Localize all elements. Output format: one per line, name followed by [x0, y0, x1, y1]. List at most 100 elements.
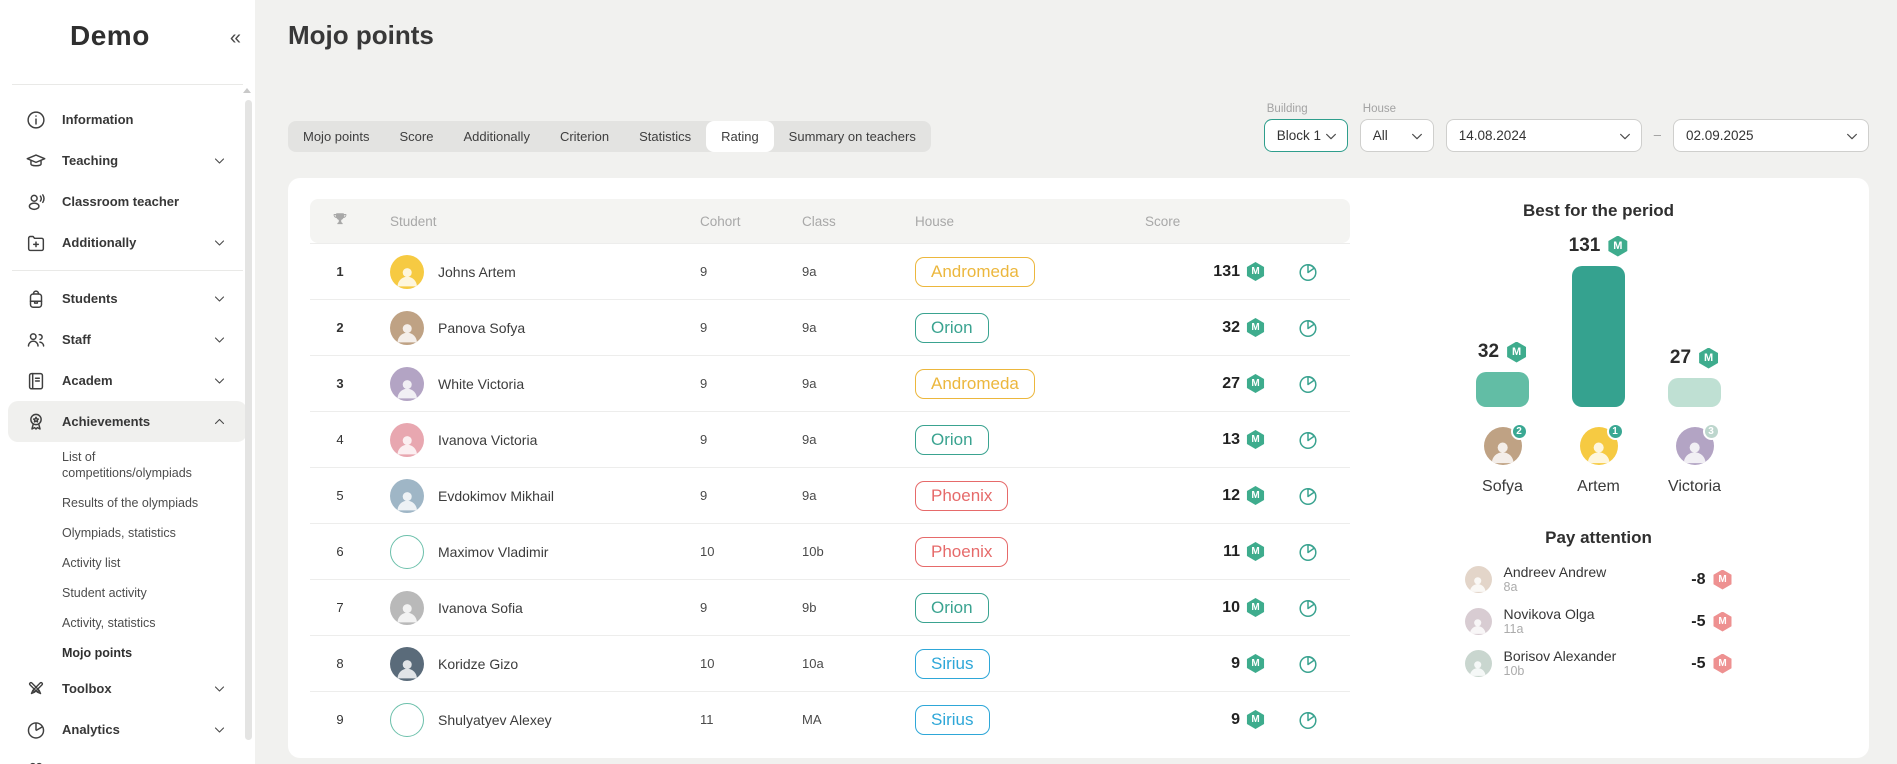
avatar [390, 647, 424, 681]
date-to-select[interactable]: 02.09.2025 [1673, 119, 1869, 152]
rank: 5 [310, 488, 370, 503]
attention-value: -5 [1691, 613, 1705, 631]
pie-chart-icon[interactable] [1297, 485, 1319, 507]
bar-name: Artem [1577, 478, 1620, 496]
house-select[interactable]: All [1360, 119, 1434, 152]
pie-chart-icon[interactable] [1297, 541, 1319, 563]
rank: 2 [310, 320, 370, 335]
sidebar-item-label: Achievements [62, 414, 150, 429]
sidebar-item-label: Toolbox [62, 681, 112, 696]
tab-rating[interactable]: Rating [706, 121, 774, 152]
pie-chart-icon[interactable] [1297, 373, 1319, 395]
people-icon [25, 760, 47, 764]
table-row[interactable]: 7 Ivanova Sofia 9 9b Orion 10M [310, 579, 1350, 635]
sidebar-item-classroom-teacher[interactable]: Classroom teacher [8, 181, 247, 222]
sidebar-item-teaching[interactable]: Teaching [8, 140, 247, 181]
table-row[interactable]: 9 Shulyatyev Alexey 11 MA Sirius 9M [310, 691, 1350, 747]
tab-score[interactable]: Score [384, 121, 448, 152]
sidebar-subitem-student-activity[interactable]: Student activity [0, 578, 255, 608]
scroll-up-arrow[interactable] [243, 88, 251, 93]
sidebar-item-analytics[interactable]: Analytics [8, 709, 247, 750]
tab-additionally[interactable]: Additionally [448, 121, 545, 152]
bar [1668, 378, 1721, 407]
folder-plus-icon [25, 232, 47, 254]
table-row[interactable]: 1 Johns Artem 9 9a Andromeda 131M [310, 243, 1350, 299]
house-badge: Phoenix [915, 481, 1008, 511]
building-select[interactable]: Block 1 [1264, 119, 1348, 152]
sidebar-item-partial[interactable] [8, 750, 247, 764]
student-name: Maximov Vladimir [438, 544, 548, 560]
sidebar-collapse-button[interactable]: « [230, 28, 241, 48]
rank: 9 [310, 712, 370, 727]
rank: 3 [310, 376, 370, 391]
tab-summary-on-teachers[interactable]: Summary on teachers [774, 121, 931, 152]
pie-icon [25, 719, 47, 741]
table-row[interactable]: 3 White Victoria 9 9a Andromeda 27M [310, 355, 1350, 411]
sidebar-item-academ[interactable]: Academ [8, 360, 247, 401]
attention-value: -5 [1691, 655, 1705, 673]
sidebar-subitem-results-of-olympiads[interactable]: Results of the olympiads [0, 488, 255, 518]
score-value: 9 [1231, 655, 1240, 673]
table-row[interactable]: 2 Panova Sofya 9 9a Orion 32M [310, 299, 1350, 355]
bar [1476, 372, 1529, 407]
house-value: All [1373, 128, 1388, 143]
pie-chart-icon[interactable] [1297, 597, 1319, 619]
pie-chart-icon[interactable] [1297, 653, 1319, 675]
col-class: Class [802, 214, 915, 229]
house-label: House [1363, 103, 1434, 115]
tab-mojo-points[interactable]: Mojo points [288, 121, 384, 152]
sidebar-item-students[interactable]: Students [8, 278, 247, 319]
sidebar-subitem-activity-statistics[interactable]: Activity, statistics [0, 608, 255, 638]
graduation-cap-icon [25, 150, 47, 172]
bar-name: Sofya [1482, 478, 1523, 496]
score-value: 11 [1223, 543, 1240, 561]
mojo-badge: M [1246, 486, 1265, 505]
tab-criterion[interactable]: Criterion [545, 121, 624, 152]
student-name: Panova Sofya [438, 320, 525, 336]
table-row[interactable]: 4 Ivanova Victoria 9 9a Orion 13M [310, 411, 1350, 467]
sidebar-subitem-mojo-points[interactable]: Mojo points [0, 638, 255, 668]
chevron-down-icon [214, 237, 225, 248]
tab-statistics[interactable]: Statistics [624, 121, 706, 152]
house-badge: Andromeda [915, 369, 1035, 399]
sidebar-item-staff[interactable]: Staff [8, 319, 247, 360]
date-from-select[interactable]: 14.08.2024 [1446, 119, 1642, 152]
teacher-icon [25, 191, 47, 213]
attention-row[interactable]: Novikova Olga 11a -5M [1465, 606, 1733, 637]
content-card: Student Cohort Class House Score 1 Johns… [288, 178, 1869, 758]
best-period-chart: 32M 2 Sofya 131M [1350, 235, 1847, 496]
sidebar-scrollbar[interactable] [245, 100, 252, 740]
attention-row[interactable]: Andreev Andrew 8a -8M [1465, 564, 1733, 595]
sidebar-subitem-activity-list[interactable]: Activity list [0, 548, 255, 578]
sidebar-nav: Information Teaching Classroom teacher A… [0, 85, 255, 764]
pie-chart-icon[interactable] [1297, 261, 1319, 283]
avatar [390, 591, 424, 625]
house-badge: Sirius [915, 705, 990, 735]
pie-chart-icon[interactable] [1297, 317, 1319, 339]
negative-mojo-badge: M [1713, 612, 1733, 632]
rank-badge: 1 [1607, 423, 1624, 440]
attention-row[interactable]: Borisov Alexander 10b -5M [1465, 648, 1733, 679]
best-period-title: Best for the period [1350, 201, 1847, 221]
info-icon [25, 109, 47, 131]
table-row[interactable]: 8 Koridze Gizo 10 10a Sirius 9M [310, 635, 1350, 691]
rank: 4 [310, 432, 370, 447]
house-badge: Phoenix [915, 537, 1008, 567]
house-badge: Sirius [915, 649, 990, 679]
sidebar-item-additionally[interactable]: Additionally [8, 222, 247, 263]
pie-chart-icon[interactable] [1297, 709, 1319, 731]
pie-chart-icon[interactable] [1297, 429, 1319, 451]
sidebar-item-toolbox[interactable]: Toolbox [8, 668, 247, 709]
sidebar-item-information[interactable]: Information [8, 99, 247, 140]
chevron-down-icon [1846, 130, 1858, 142]
chevron-down-icon [214, 155, 225, 166]
table-row[interactable]: 6 Maximov Vladimir 10 10b Phoenix 11M [310, 523, 1350, 579]
sidebar-subitem-list-of-competitions[interactable]: List of competitions/olympiads [0, 442, 215, 488]
sidebar-subitem-olympiads-statistics[interactable]: Olympiads, statistics [0, 518, 255, 548]
avatar [1465, 566, 1492, 593]
attention-value: -8 [1691, 571, 1705, 589]
table-row[interactable]: 5 Evdokimov Mikhail 9 9a Phoenix 12M [310, 467, 1350, 523]
app-window: Demo « Information Teaching Classroom te… [0, 0, 1897, 764]
sidebar-item-achievements[interactable]: Achievements [8, 401, 247, 442]
filters: Building Block 1 House All 14.08.2024 [1264, 103, 1869, 152]
